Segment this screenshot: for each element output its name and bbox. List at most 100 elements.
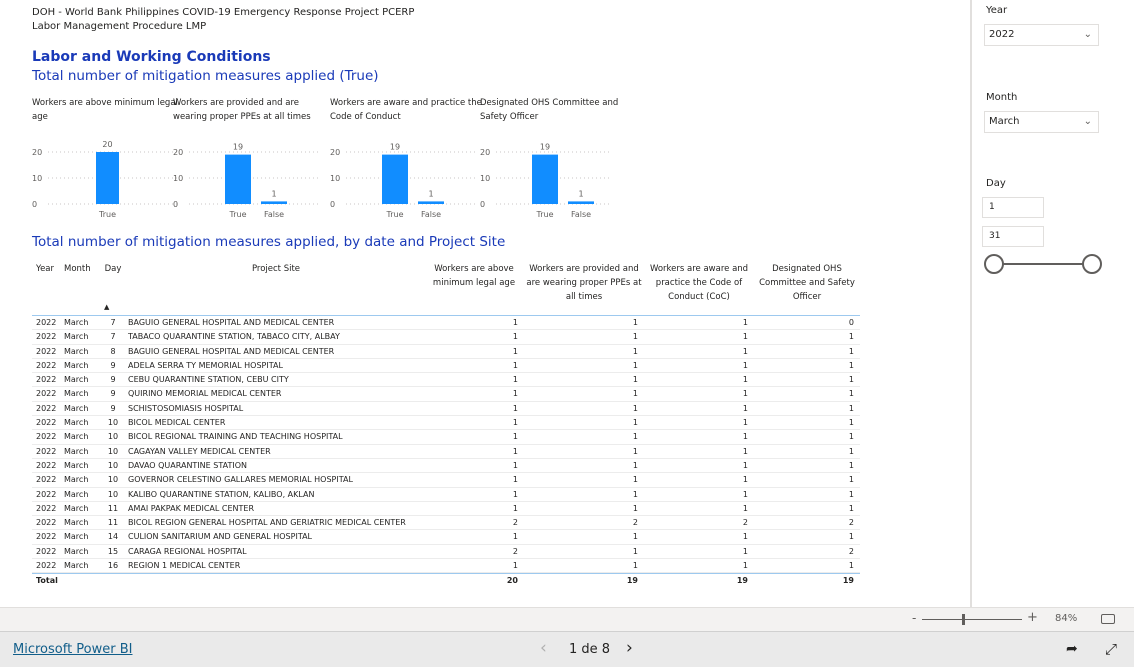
cell-project-site: KALIBO QUARANTINE STATION, KALIBO, AKLAN	[128, 489, 315, 499]
table-row[interactable]: 2022 March 10 CAGAYAN VALLEY MEDICAL CENTER…	[32, 445, 860, 459]
cell-ohs: 1	[848, 389, 854, 399]
table-row[interactable]: 2022 March 10 GOVERNOR CELESTINO GALLARES M…	[32, 473, 860, 488]
fullscreen-icon[interactable]: ⤢	[1105, 640, 1117, 658]
cell-ppe: 1	[632, 432, 638, 442]
cell-year: 2022	[36, 489, 57, 499]
table-row[interactable]: 2022 March 10 BICOL REGIONAL TRAINING AND T…	[32, 430, 860, 445]
prev-page-button[interactable]: ‹	[540, 638, 547, 658]
year-dropdown[interactable]: 2022 ⌄	[984, 24, 1099, 46]
table-row[interactable]: 2022 March 16 REGION 1 MEDICAL CENTER 1 1 1 1	[32, 559, 860, 574]
fit-to-page-icon[interactable]	[1101, 614, 1115, 624]
day-range-slider[interactable]	[984, 254, 1102, 274]
month-dropdown[interactable]: March ⌄	[984, 111, 1099, 133]
zoom-level: 84%	[1055, 613, 1078, 624]
table-row[interactable]: 2022 March 10 KALIBO QUARANTINE STATION, KA…	[32, 488, 860, 502]
cell-ohs: 1	[848, 489, 854, 499]
zoom-in-button[interactable]: +	[1027, 610, 1038, 625]
y-tick-label: 0	[330, 200, 335, 209]
table-row[interactable]: 2022 March 11 AMAI PAKPAK MEDICAL CENTER 1 1 1…	[32, 502, 860, 517]
cell-year: 2022	[36, 346, 57, 356]
power-bi-link[interactable]: Microsoft Power BI	[13, 642, 132, 657]
cell-project-site: QUIRINO MEMORIAL MEDICAL CENTER	[128, 389, 282, 399]
cell-year: 2022	[36, 403, 57, 413]
col-min-age[interactable]: Workers are above minimum legal age	[424, 262, 524, 315]
cell-day: 10	[107, 475, 119, 485]
x-tick-label: False	[421, 210, 441, 219]
table-row[interactable]: 2022 March 10 BICOL MEDICAL CENTER 1 1 1 1	[32, 416, 860, 431]
cell-month: March	[64, 475, 89, 485]
filter-pane: Year 2022 ⌄ Month March ⌄ Day 1 31	[970, 0, 1134, 607]
cell-coc: 1	[742, 460, 748, 470]
share-icon[interactable]: ➦	[1066, 641, 1078, 657]
col-day[interactable]: Day ▲	[98, 262, 128, 315]
bar-chart-1: Workers are above minimum legal age 0 10 20…	[32, 96, 182, 226]
zoom-slider[interactable]	[922, 614, 1022, 625]
col-ohs[interactable]: Designated OHS Committee and Safety Offi…	[754, 262, 860, 315]
cell-min-age: 1	[512, 389, 518, 399]
col-day-label: Day	[104, 264, 122, 274]
month-value: March	[989, 116, 1020, 127]
table-row[interactable]: 2022 March 7 TABACO QUARANTINE STATION, TAB…	[32, 330, 860, 345]
zoom-out-button[interactable]: -	[912, 611, 916, 625]
day-label: Day	[986, 178, 1006, 189]
day-to-input[interactable]: 31	[982, 226, 1044, 247]
data-label: 19	[233, 143, 243, 152]
cell-day: 10	[107, 418, 119, 428]
report-canvas: DOH - World Bank Philippines COVID-19 Em…	[0, 0, 970, 607]
bar-true[interactable]	[382, 154, 408, 204]
table-row[interactable]: 2022 March 8 BAGUIO GENERAL HOSPITAL AND ME…	[32, 345, 860, 359]
cell-ohs: 2	[848, 518, 854, 528]
cell-year: 2022	[36, 332, 57, 342]
chevron-down-icon: ⌄	[1083, 29, 1092, 40]
col-ppe[interactable]: Workers are provided and are wearing pro…	[524, 262, 644, 315]
col-project-site[interactable]: Project Site	[128, 262, 424, 315]
table-row[interactable]: 2022 March 9 SCHISTOSOMIASIS HOSPITAL 1 1 1 1	[32, 402, 860, 417]
cell-project-site: BICOL REGIONAL TRAINING AND TEACHING HOS…	[128, 432, 343, 442]
day-from-input[interactable]: 1	[982, 197, 1044, 218]
table-row[interactable]: 2022 March 15 CARAGA REGIONAL HOSPITAL 2 1 1 2	[32, 545, 860, 560]
col-year[interactable]: Year	[32, 262, 64, 315]
slider-handle-start[interactable]	[984, 254, 1004, 274]
cell-ppe: 1	[632, 346, 638, 356]
cell-project-site: ADELA SERRA TY MEMORIAL HOSPITAL	[128, 360, 283, 370]
charts-subtitle: Total number of mitigation measures appl…	[32, 68, 379, 84]
cell-ohs: 0	[848, 318, 854, 327]
chart-plot: 0 10 20 19 True 1 False	[480, 143, 610, 219]
bar-true[interactable]	[532, 154, 558, 204]
cell-month: March	[64, 518, 89, 528]
total-ohs: 19	[842, 576, 854, 586]
table-row[interactable]: 2022 March 9 CEBU QUARANTINE STATION, CEBU …	[32, 373, 860, 388]
table-row[interactable]: 2022 March 7 BAGUIO GENERAL HOSPITAL AND ME…	[32, 316, 860, 331]
table-row[interactable]: 2022 March 10 DAVAO QUARANTINE STATION 1 1 1 1	[32, 459, 860, 474]
bar-true[interactable]	[225, 154, 251, 204]
cell-day: 9	[110, 375, 116, 385]
bar-false[interactable]	[418, 201, 444, 204]
table-row[interactable]: 2022 March 14 CULION SANITARIUM AND GENERAL…	[32, 530, 860, 545]
page-indicator: 1 de 8	[569, 642, 611, 657]
cell-min-age: 1	[512, 475, 518, 485]
cell-ppe: 1	[632, 332, 638, 342]
cell-day: 10	[107, 432, 119, 442]
next-page-button[interactable]: ›	[626, 638, 633, 658]
bar-false[interactable]	[261, 201, 287, 204]
cell-day: 16	[107, 561, 119, 571]
zoom-slider-thumb[interactable]	[962, 614, 965, 625]
cell-year: 2022	[36, 318, 57, 327]
table-row[interactable]: 2022 March 9 QUIRINO MEMORIAL MEDICAL CENTE…	[32, 387, 860, 402]
year-value: 2022	[989, 29, 1015, 40]
col-coc[interactable]: Workers are aware and practice the Code …	[644, 262, 754, 315]
cell-project-site: CULION SANITARIUM AND GENERAL HOSPITAL	[128, 532, 313, 542]
total-ppe: 19	[626, 576, 638, 586]
col-month[interactable]: Month	[64, 262, 98, 315]
cell-project-site: SCHISTOSOMIASIS HOSPITAL	[128, 403, 244, 413]
table-row[interactable]: 2022 March 11 BICOL REGION GENERAL HOSPITAL…	[32, 516, 860, 531]
cell-year: 2022	[36, 503, 57, 513]
cell-coc: 1	[742, 561, 748, 571]
slider-handle-end[interactable]	[1082, 254, 1102, 274]
cell-year: 2022	[36, 432, 57, 442]
table-row[interactable]: 2022 March 9 ADELA SERRA TY MEMORIAL HOSPIT…	[32, 359, 860, 374]
bar-true[interactable]	[96, 152, 119, 204]
cell-coc: 1	[742, 532, 748, 542]
table-subtitle: Total number of mitigation measures appl…	[32, 234, 506, 250]
bar-false[interactable]	[568, 201, 594, 204]
